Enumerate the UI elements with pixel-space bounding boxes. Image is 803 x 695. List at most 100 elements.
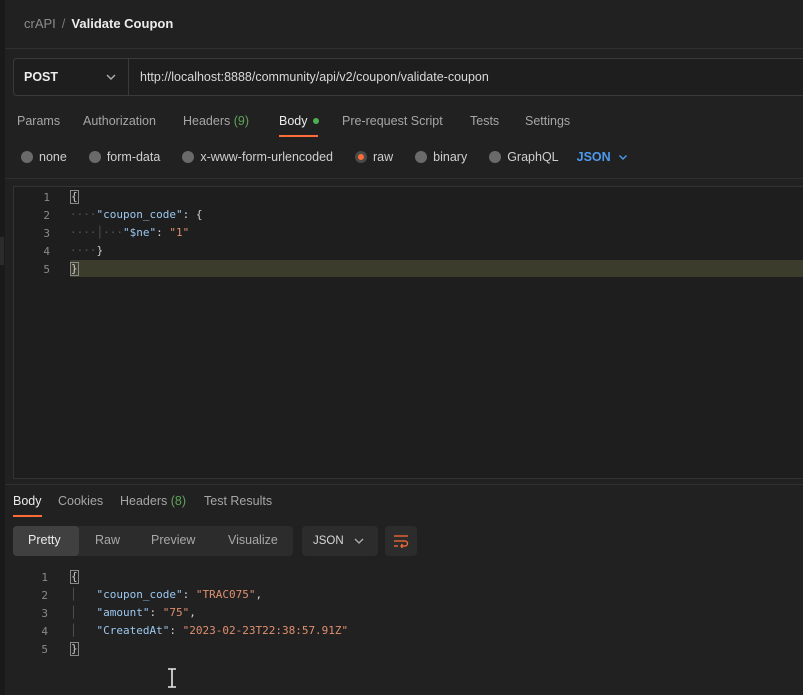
tab-settings[interactable]: Settings: [525, 114, 570, 128]
section-divider: [5, 178, 803, 179]
tab-headers-label: Headers: [183, 114, 231, 128]
radio-label: raw: [373, 150, 394, 164]
code-line: }: [70, 260, 79, 278]
code-text: ,: [189, 606, 196, 619]
breadcrumb-collection[interactable]: crAPI: [24, 16, 56, 31]
line-number: 4: [41, 625, 48, 638]
code-line: │ "amount": "75",: [70, 606, 196, 619]
json-string: "2023-02-23T22:38:57.91Z": [182, 624, 349, 637]
line-number: 3: [43, 227, 50, 240]
line-number: 5: [43, 263, 50, 276]
tab-headers[interactable]: Headers (9): [183, 114, 249, 128]
code-text: :: [156, 226, 170, 239]
code-text: :: [182, 588, 196, 601]
json-string: "75": [162, 606, 190, 619]
method-select[interactable]: POST: [13, 58, 129, 96]
header-divider: [5, 48, 803, 49]
line-number: 4: [43, 245, 50, 258]
radio-circle: [489, 151, 502, 163]
line-number: 5: [41, 643, 48, 656]
current-line-highlight: [70, 260, 803, 277]
method-label: POST: [24, 70, 59, 84]
radio-label: binary: [433, 150, 468, 164]
view-raw-button[interactable]: Raw: [95, 533, 120, 547]
response-tab-body-underline: [13, 515, 42, 517]
body-modified-dot: [312, 117, 319, 124]
line-number: 2: [41, 589, 48, 602]
line-number: 1: [41, 571, 48, 584]
radio-graphql[interactable]: GraphQL: [489, 150, 559, 164]
response-format-label: JSON: [313, 535, 344, 547]
body-format-label: JSON: [576, 150, 611, 164]
radio-label: GraphQL: [507, 150, 559, 164]
code-text: ,: [255, 588, 263, 601]
code-text: }: [70, 642, 79, 656]
breadcrumb: crAPI / Validate Coupon: [24, 16, 173, 31]
code-line: {: [70, 188, 79, 206]
view-preview-button[interactable]: Preview: [151, 533, 195, 547]
tab-tests[interactable]: Tests: [470, 114, 499, 128]
body-format-select[interactable]: JSON: [577, 150, 629, 164]
radio-label: form-data: [106, 150, 161, 164]
radio-form-data[interactable]: form-data: [88, 150, 161, 164]
pane-splitter[interactable]: [5, 484, 803, 485]
code-text: }: [70, 262, 79, 276]
tab-body-underline: [279, 135, 318, 137]
tab-pre-request-script[interactable]: Pre-request Script: [342, 114, 443, 128]
json-string: "1": [169, 226, 190, 239]
radio-circle: [182, 151, 195, 163]
line-number: 2: [43, 209, 50, 222]
radio-circle: [415, 151, 428, 163]
view-visualize-button[interactable]: Visualize: [228, 533, 278, 547]
chevron-down-icon: [106, 74, 116, 80]
radio-circle: [88, 151, 101, 163]
json-key: "coupon_code": [96, 208, 183, 221]
line-number: 1: [43, 191, 50, 204]
radio-label: x-www-form-urlencoded: [200, 150, 333, 164]
tab-authorization[interactable]: Authorization: [83, 114, 156, 128]
json-key: "CreatedAt": [96, 624, 170, 637]
radio-label: none: [39, 150, 67, 164]
text-cursor-icon: [168, 668, 176, 688]
sidebar-marker: [0, 237, 4, 265]
radio-binary[interactable]: binary: [415, 150, 467, 164]
url-input[interactable]: http://localhost:8888/community/api/v2/c…: [140, 70, 489, 84]
code-line: ····"coupon_code": {: [70, 208, 203, 221]
tab-body[interactable]: Body: [279, 114, 319, 128]
response-tab-headers-count: (8): [170, 494, 187, 508]
tab-params[interactable]: Params: [17, 114, 60, 128]
code-text: : {: [182, 208, 203, 221]
response-tab-body[interactable]: Body: [13, 494, 42, 508]
view-pretty-button[interactable]: Pretty: [28, 533, 61, 547]
code-text: {: [70, 190, 79, 204]
response-format-select[interactable]: JSON: [302, 526, 378, 556]
response-tab-test-results[interactable]: Test Results: [204, 494, 272, 508]
line-number: 3: [41, 607, 48, 620]
radio-circle-selected: [355, 151, 367, 163]
radio-circle: [21, 151, 33, 163]
response-tab-headers[interactable]: Headers (8): [120, 494, 186, 508]
code-line: │ "CreatedAt": "2023-02-23T22:38:57.91Z": [70, 624, 349, 637]
wrap-lines-icon: [394, 535, 409, 548]
breadcrumb-request-title[interactable]: Validate Coupon: [71, 16, 173, 31]
json-key: "amount": [96, 606, 150, 619]
json-string: "TRAC075": [195, 588, 256, 601]
wrap-lines-button[interactable]: [385, 526, 417, 556]
code-text: :: [169, 624, 183, 637]
json-key: "$ne": [122, 226, 157, 239]
radio-raw[interactable]: raw: [355, 150, 393, 164]
radio-x-www-form-urlencoded[interactable]: x-www-form-urlencoded: [182, 150, 333, 164]
chevron-down-icon: [618, 155, 627, 160]
code-line: ····│···"$ne": "1": [70, 226, 190, 239]
json-key: "coupon_code": [96, 588, 183, 601]
tab-body-label: Body: [279, 114, 308, 128]
tab-headers-count: (9): [233, 114, 250, 128]
code-text: {: [70, 570, 79, 584]
code-text: }: [96, 244, 104, 257]
radio-none[interactable]: none: [21, 150, 67, 164]
code-line: ····}: [70, 244, 104, 257]
code-line: │ "coupon_code": "TRAC075",: [70, 588, 263, 601]
breadcrumb-separator: /: [61, 16, 66, 31]
code-text: :: [149, 606, 163, 619]
response-tab-cookies[interactable]: Cookies: [58, 494, 103, 508]
